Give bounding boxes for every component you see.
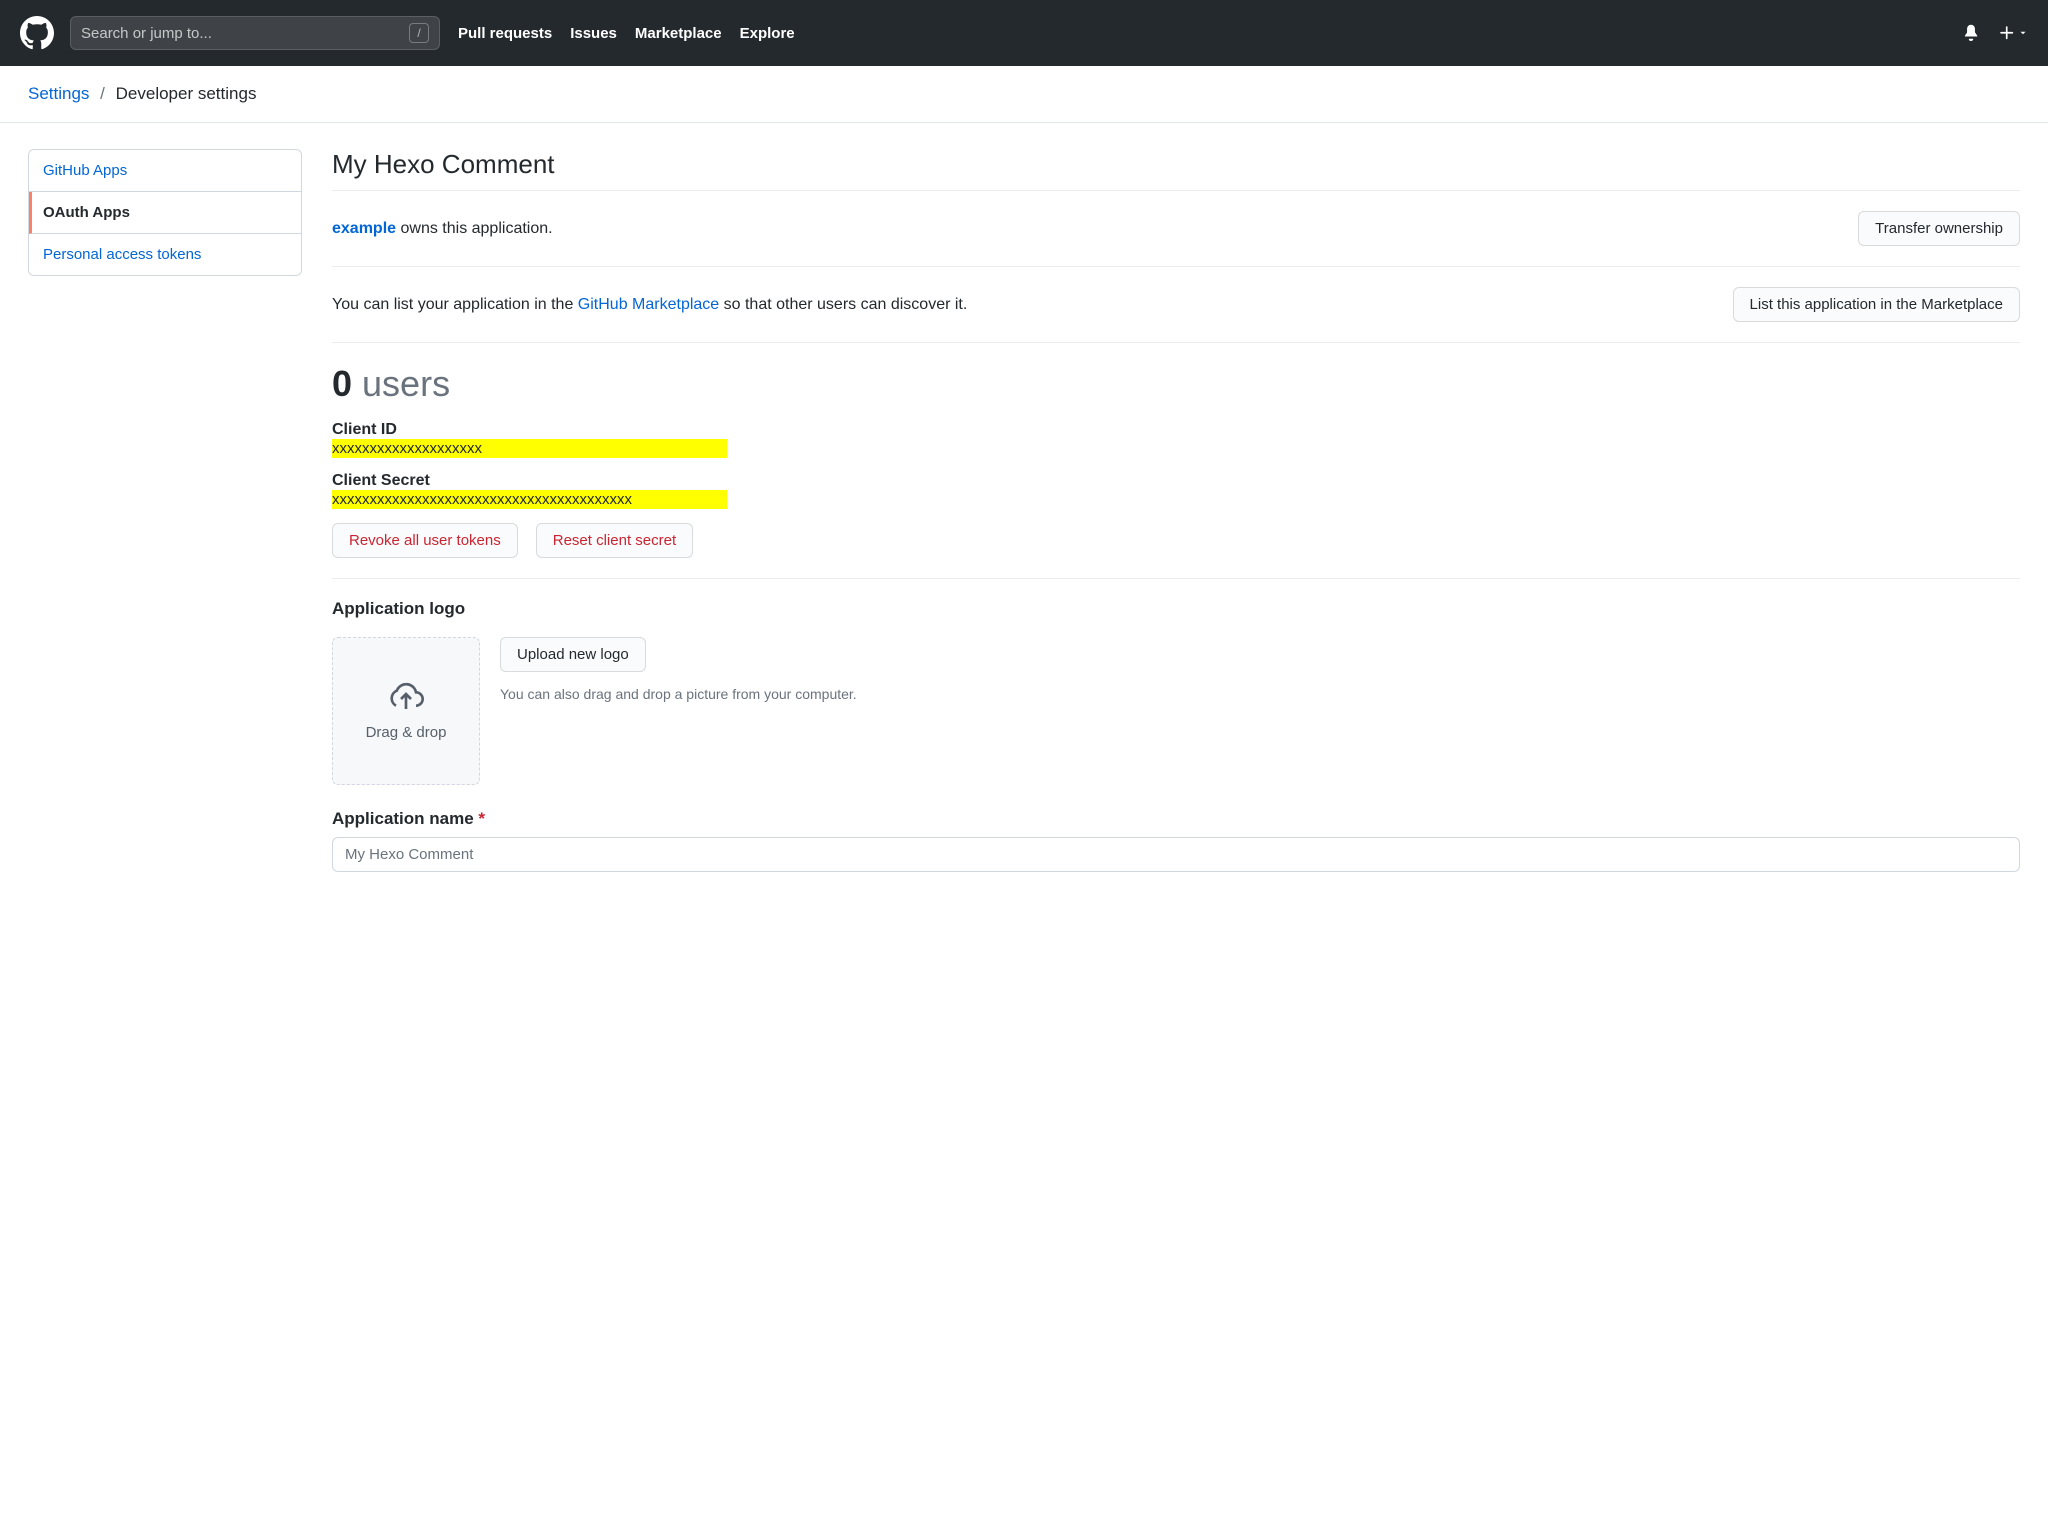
client-secret-label: Client Secret: [332, 472, 2020, 490]
marketplace-text: You can list your application in the Git…: [332, 296, 1717, 314]
notifications-icon[interactable]: [1962, 23, 1980, 44]
dropzone-label: Drag & drop: [366, 724, 447, 741]
marketplace-link[interactable]: GitHub Marketplace: [578, 296, 719, 313]
transfer-ownership-button[interactable]: Transfer ownership: [1858, 211, 2020, 246]
app-name-input[interactable]: [332, 837, 2020, 872]
search-input[interactable]: Search or jump to... /: [70, 16, 440, 50]
global-header: Search or jump to... / Pull requests Iss…: [0, 0, 2048, 66]
client-id-label: Client ID: [332, 421, 2020, 439]
upload-hint: You can also drag and drop a picture fro…: [500, 686, 857, 702]
primary-nav: Pull requests Issues Marketplace Explore: [458, 25, 795, 42]
sidebar-item-github-apps[interactable]: GitHub Apps: [29, 150, 301, 192]
create-new-dropdown[interactable]: [1998, 24, 2028, 42]
sidebar: GitHub Apps OAuth Apps Personal access t…: [28, 149, 302, 892]
revoke-tokens-button[interactable]: Revoke all user tokens: [332, 523, 518, 558]
app-logo-heading: Application logo: [332, 599, 2020, 619]
client-id-value: xxxxxxxxxxxxxxxxxxxx: [332, 439, 727, 458]
github-logo[interactable]: [20, 16, 54, 50]
settings-menu: GitHub Apps OAuth Apps Personal access t…: [28, 149, 302, 276]
logo-dropzone[interactable]: Drag & drop: [332, 637, 480, 785]
main-content: My Hexo Comment example owns this applic…: [332, 149, 2020, 892]
app-name-label: Application name *: [332, 809, 2020, 829]
cloud-upload-icon: [386, 682, 426, 716]
search-placeholder: Search or jump to...: [81, 25, 212, 42]
list-in-marketplace-button[interactable]: List this application in the Marketplace: [1733, 287, 2020, 322]
users-count: 0 users: [332, 363, 2020, 405]
nav-explore[interactable]: Explore: [740, 25, 795, 42]
client-secret-value: xxxxxxxxxxxxxxxxxxxxxxxxxxxxxxxxxxxxxxxx: [332, 490, 727, 509]
sidebar-item-personal-access-tokens[interactable]: Personal access tokens: [29, 234, 301, 275]
sidebar-item-oauth-apps[interactable]: OAuth Apps: [29, 192, 301, 234]
slash-key-hint: /: [409, 23, 429, 43]
owner-text: example owns this application.: [332, 220, 553, 238]
nav-marketplace[interactable]: Marketplace: [635, 25, 722, 42]
owner-link[interactable]: example: [332, 220, 396, 237]
breadcrumb-settings[interactable]: Settings: [28, 84, 89, 103]
breadcrumb-current: Developer settings: [116, 84, 257, 103]
nav-issues[interactable]: Issues: [570, 25, 617, 42]
breadcrumb: Settings / Developer settings: [0, 66, 2048, 123]
upload-logo-button[interactable]: Upload new logo: [500, 637, 646, 672]
breadcrumb-separator: /: [100, 84, 105, 103]
page-title: My Hexo Comment: [332, 149, 2020, 180]
nav-pull-requests[interactable]: Pull requests: [458, 25, 552, 42]
reset-secret-button[interactable]: Reset client secret: [536, 523, 693, 558]
